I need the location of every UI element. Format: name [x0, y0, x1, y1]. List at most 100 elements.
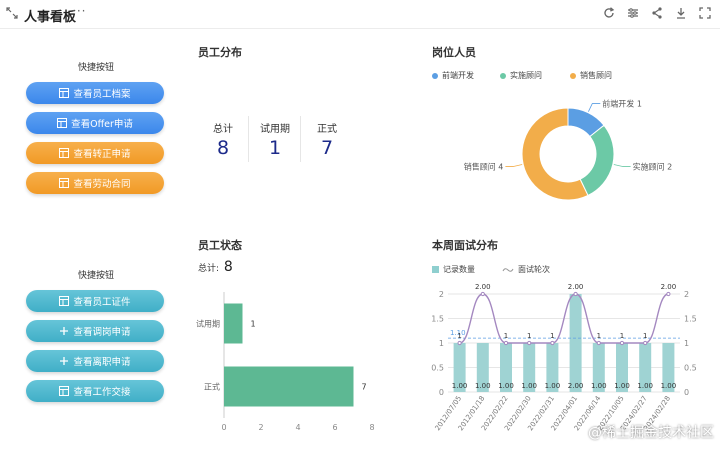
- status-bar-chart: 0 2 4 6 8 试用期 1 正式 7: [196, 292, 375, 432]
- legend-item-frontend[interactable]: 前端开发: [432, 70, 474, 81]
- plus-icon: [60, 327, 69, 335]
- view-employee-files-button[interactable]: 查看员工档案: [26, 82, 164, 104]
- button-label: 查看工作交接: [73, 387, 131, 398]
- rounds-label: 2.00: [661, 283, 677, 291]
- record-bar-label: 1.00: [545, 382, 561, 390]
- y2-tick-label: 2: [684, 290, 689, 299]
- refresh-icon[interactable]: [602, 6, 616, 20]
- toolbar: [602, 6, 712, 20]
- button-label: 查看离职申请: [73, 357, 131, 368]
- bar-0: [224, 303, 243, 344]
- record-bar-label: 1.00: [637, 382, 653, 390]
- legend-dot: [570, 72, 576, 79]
- stat-total: 总计 8: [197, 120, 249, 159]
- legend-item-records[interactable]: 记录数量: [432, 264, 475, 275]
- view-employee-certificates-button[interactable]: 查看员工证件: [26, 290, 164, 312]
- stat-value: 1: [268, 137, 282, 159]
- rounds-label: 1: [457, 332, 461, 340]
- button-label: 查看Offer申请: [71, 119, 133, 130]
- view-work-handover-button[interactable]: 查看工作交接: [26, 380, 164, 402]
- more-menu-button[interactable]: ···: [72, 4, 86, 18]
- rounds-point-2: [503, 340, 509, 346]
- record-bar-label: 1.00: [521, 382, 537, 390]
- x-tick-label: 2: [258, 423, 263, 432]
- quick-buttons-title: 快捷按钮: [78, 271, 115, 281]
- record-bar-label: 1.00: [661, 382, 677, 390]
- legend-dot: [432, 72, 438, 79]
- stat-label: 试用期: [260, 124, 290, 135]
- button-label: 查看调岗申请: [73, 327, 131, 338]
- record-bar-label: 1.00: [614, 382, 630, 390]
- rounds-point-9: [666, 291, 671, 297]
- view-transfer-requests-button[interactable]: 查看调岗申请: [26, 320, 164, 342]
- rounds-point-5: [573, 291, 578, 297]
- rounds-point-6: [596, 340, 601, 346]
- filter-settings-icon[interactable]: [626, 6, 640, 20]
- legend-label: 记录数量: [443, 265, 475, 274]
- y2-tick-label: 0: [684, 388, 689, 397]
- table-icon: [59, 178, 70, 188]
- table-icon: [59, 386, 70, 396]
- download-icon[interactable]: [674, 6, 688, 20]
- legend-item-rounds[interactable]: 面试轮次: [502, 264, 550, 275]
- donut-label-0: 前端开发 1: [602, 99, 642, 109]
- donut-label-2: 销售顾问 4: [464, 161, 504, 171]
- legend-swatch: [432, 266, 439, 273]
- rounds-label: 1: [620, 332, 624, 340]
- record-bar-label: 1.00: [498, 382, 514, 390]
- legend-item-sales[interactable]: 销售顾问: [570, 70, 612, 81]
- rounds-label: 1: [504, 332, 508, 340]
- table-icon: [57, 118, 68, 128]
- share-icon[interactable]: [650, 6, 664, 20]
- stat-probation: 试用期 1: [249, 120, 301, 159]
- bar-1: [224, 366, 354, 407]
- x-tick-label: 8: [369, 423, 374, 432]
- stat-value: 8: [216, 137, 230, 159]
- rounds-label: 1: [597, 332, 601, 340]
- bar-value-label: 7: [362, 383, 367, 392]
- view-regularization-requests-button[interactable]: 查看转正申请: [26, 142, 164, 164]
- rounds-label: 2.00: [475, 283, 491, 291]
- rounds-point-0: [457, 340, 462, 346]
- distribution-title: 员工分布: [198, 46, 242, 59]
- button-label: 查看转正申请: [73, 149, 131, 160]
- stat-regular: 正式 7: [301, 120, 353, 159]
- rounds-point-8: [643, 340, 648, 346]
- table-icon: [59, 148, 70, 158]
- status-total: 总计: 8: [198, 259, 233, 275]
- donut-slice-1: [579, 124, 615, 197]
- view-offer-requests-button[interactable]: 查看Offer申请: [26, 112, 164, 134]
- y2-tick-label: 1.5: [684, 315, 697, 324]
- donut-label-line-0: [588, 103, 601, 112]
- table-icon: [59, 88, 70, 98]
- button-label: 查看劳动合同: [73, 179, 131, 190]
- top-bar: 人事看板 ···: [0, 0, 720, 29]
- watermark: @稀土掘金技术社区: [588, 425, 714, 441]
- fullscreen-icon[interactable]: [698, 6, 712, 20]
- rounds-label: 1: [550, 332, 554, 340]
- page-title: 人事看板: [24, 10, 77, 25]
- donut-label-1: 实施顾问 2: [633, 161, 673, 171]
- status-total-value: 8: [223, 259, 233, 275]
- legend-label: 前端开发: [442, 71, 474, 80]
- rounds-label: 1: [643, 332, 647, 340]
- record-bar-label: 2.00: [568, 382, 584, 390]
- y-tick-label: 2: [439, 290, 444, 299]
- record-bar-label: 1.00: [591, 382, 607, 390]
- y-tick-label: 0.5: [431, 364, 444, 373]
- x-tick-label: 6: [332, 423, 337, 432]
- donut-label-line-1: [613, 164, 631, 167]
- rounds-point-4: [550, 340, 555, 346]
- expand-icon[interactable]: [6, 7, 18, 19]
- rounds-point-3: [527, 340, 532, 346]
- donut-label-line-2: [505, 164, 523, 167]
- legend-item-implementation[interactable]: 实施顾问: [500, 70, 542, 81]
- record-bar-5: [569, 294, 582, 392]
- y-tick-label: 1: [439, 339, 444, 348]
- x-tick-label: 4: [295, 423, 300, 432]
- status-title: 员工状态: [198, 239, 242, 252]
- rounds-point-7: [619, 340, 625, 346]
- view-resignation-requests-button[interactable]: 查看离职申请: [26, 350, 164, 372]
- legend-dot: [500, 72, 506, 79]
- view-labor-contracts-button[interactable]: 查看劳动合同: [26, 172, 164, 194]
